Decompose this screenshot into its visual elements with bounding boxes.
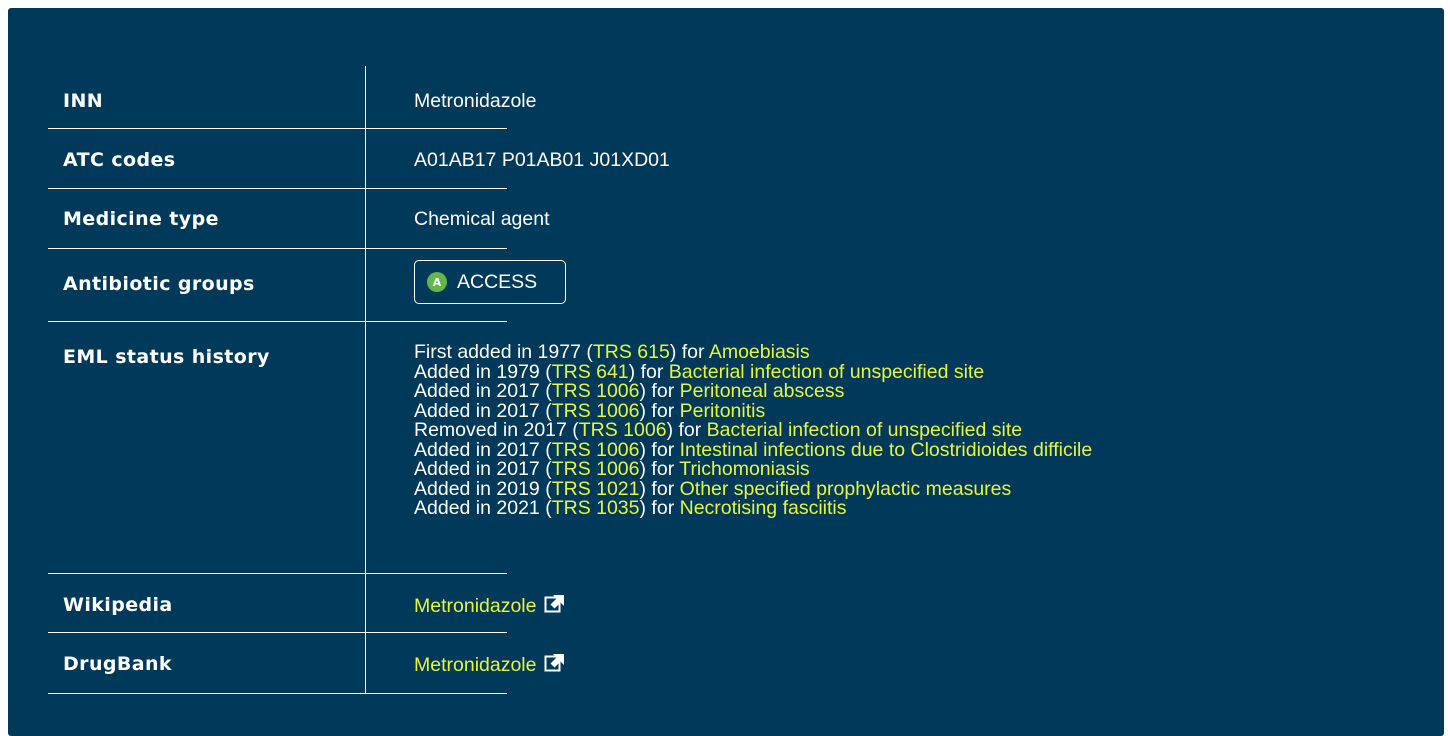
atc-codes-value: A01AB17 P01AB01 J01XD01 xyxy=(414,149,670,171)
row-label-medicine-type: Medicine type xyxy=(63,208,219,230)
row-divider xyxy=(48,188,507,189)
row-label-antibiotic-groups: Antibiotic groups xyxy=(63,273,255,295)
wikipedia-link[interactable]: Metronidazole xyxy=(414,595,536,617)
access-letter-icon: A xyxy=(427,272,447,292)
row-label-inn: INN xyxy=(63,90,104,112)
medicine-type-value: Chemical agent xyxy=(414,208,550,230)
drugbank-link[interactable]: Metronidazole xyxy=(414,654,536,676)
access-group-badge[interactable]: A ACCESS xyxy=(414,260,566,304)
medicine-info-panel: INN Metronidazole ATC codes A01AB17 P01A… xyxy=(8,8,1444,736)
status-history-list: First added in 1977 (TRS 615) for Amoebi… xyxy=(414,342,1092,519)
row-label-drugbank: DrugBank xyxy=(63,653,172,675)
row-divider xyxy=(48,573,507,574)
history-text: Added in 2021 ( xyxy=(414,497,552,519)
row-divider xyxy=(48,128,507,129)
history-text: ) for xyxy=(639,497,680,519)
access-badge-label: ACCESS xyxy=(457,270,538,293)
inn-value: Metronidazole xyxy=(414,90,537,112)
trs-report-link[interactable]: TRS 1035 xyxy=(552,497,640,519)
external-link-icon[interactable] xyxy=(544,593,566,615)
row-divider xyxy=(48,632,507,633)
row-label-eml-status-history: EML status history xyxy=(63,346,270,368)
wikipedia-link-group: Metronidazole xyxy=(414,593,566,618)
external-link-icon[interactable] xyxy=(544,652,566,674)
row-label-atc-codes: ATC codes xyxy=(63,149,176,171)
row-divider xyxy=(48,321,507,322)
indication-link[interactable]: Necrotising fasciitis xyxy=(680,497,847,519)
row-label-wikipedia: Wikipedia xyxy=(63,594,173,616)
drugbank-link-group: Metronidazole xyxy=(414,652,566,677)
status-history-entry: Added in 2021 (TRS 1035) for Necrotising… xyxy=(414,497,1092,519)
row-divider xyxy=(48,248,507,249)
row-divider xyxy=(48,693,507,694)
column-divider xyxy=(365,66,366,694)
